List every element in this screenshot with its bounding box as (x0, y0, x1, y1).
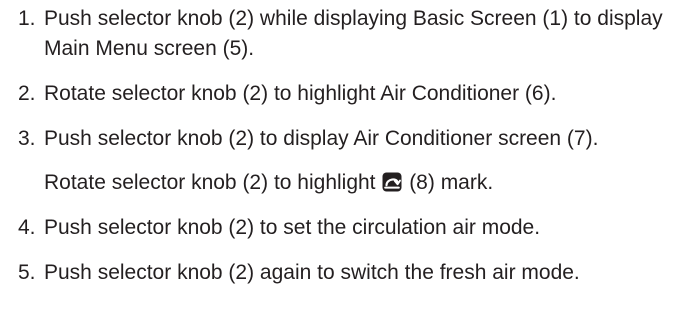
step-number: 5. (18, 261, 36, 284)
step-3: 3. Push selector knob (2) to display Air… (18, 124, 669, 154)
step-5: 5. Push selector knob (2) again to switc… (18, 258, 669, 288)
air-recirculation-icon (382, 172, 402, 192)
step-text: Rotate selector knob (2) to highlight Ai… (44, 82, 557, 105)
step-number: 2. (18, 82, 36, 105)
step-number: 4. (18, 216, 36, 239)
step-text: Push selector knob (2) again to switch t… (44, 261, 580, 284)
step-2: 2. Rotate selector knob (2) to highlight… (18, 79, 669, 109)
step-3-subparagraph: Rotate selector knob (2) to highlight (8… (18, 168, 669, 198)
step-text: Push selector knob (2) while displaying … (44, 7, 663, 60)
instruction-document: 1. Push selector knob (2) while displayi… (0, 0, 677, 333)
step-number: 3. (18, 127, 36, 150)
step-number: 1. (18, 7, 36, 30)
step-4: 4. Push selector knob (2) to set the cir… (18, 213, 669, 243)
step-1: 1. Push selector knob (2) while displayi… (18, 4, 669, 64)
step-text: Push selector knob (2) to display Air Co… (44, 127, 599, 150)
subparagraph-text-before: Rotate selector knob (2) to highlight (44, 171, 382, 194)
step-text: Push selector knob (2) to set the circul… (44, 216, 541, 239)
subparagraph-text-after: (8) mark. (403, 171, 494, 194)
